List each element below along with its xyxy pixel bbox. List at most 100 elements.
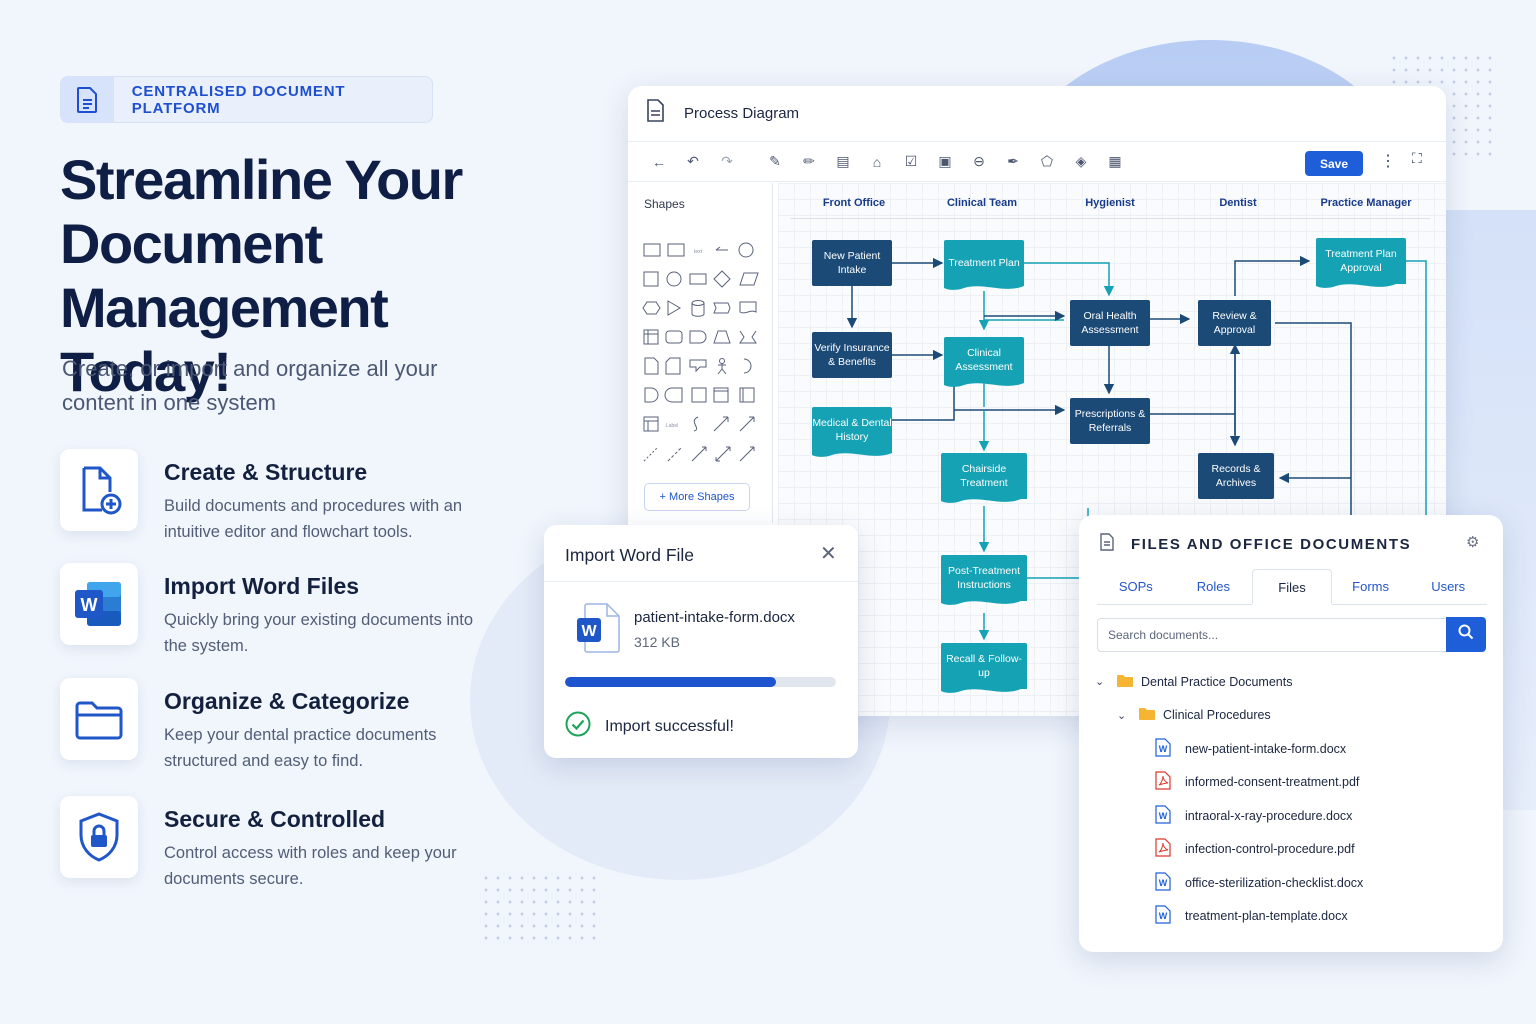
window-title: Process Diagram xyxy=(684,105,800,122)
svg-text:W: W xyxy=(1159,744,1168,754)
shape-row[interactable]: text xyxy=(642,240,760,260)
file-size: 312 KB xyxy=(634,634,680,650)
close-icon[interactable]: ✕ xyxy=(820,541,837,566)
feature-desc: Build documents and procedures with an i… xyxy=(164,497,463,541)
tab-sops[interactable]: SOPs xyxy=(1097,569,1175,604)
panel-tabs: SOPs Roles Files Forms Users xyxy=(1097,569,1487,605)
node-treatment-plan[interactable]: Treatment Plan xyxy=(944,240,1024,286)
shape-row[interactable] xyxy=(642,385,760,405)
word-file-icon: W xyxy=(577,602,621,659)
lane-dentist: Dentist xyxy=(1219,197,1257,209)
frame-tool-icon[interactable]: ▣ xyxy=(928,153,962,170)
shape-row[interactable] xyxy=(642,269,760,289)
search-input[interactable]: Search documents... xyxy=(1097,618,1447,652)
node-recall-follow-up[interactable]: Recall & Follow-up xyxy=(941,643,1027,689)
document-icon xyxy=(1099,533,1115,556)
file-row[interactable]: Wnew-patient-intake-form.docx xyxy=(1095,732,1475,766)
feature-desc: Keep your dental practice documents stru… xyxy=(164,726,437,770)
search-button[interactable] xyxy=(1446,617,1486,652)
shape-row[interactable] xyxy=(642,356,760,376)
node-clinical-assessment[interactable]: Clinical Assessment xyxy=(944,337,1024,383)
node-prescriptions-referrals[interactable]: Prescriptions & Referrals xyxy=(1070,398,1150,444)
dialog-title: Import Word File xyxy=(565,545,695,565)
shape-row[interactable] xyxy=(642,443,760,463)
shapes-panel: Shapes text Label + More Shapes xyxy=(628,183,773,523)
shield-lock-icon xyxy=(60,796,138,878)
tab-users[interactable]: Users xyxy=(1409,569,1487,604)
tab-files[interactable]: Files xyxy=(1252,569,1332,605)
file-row[interactable]: informed-consent-treatment.pdf xyxy=(1095,766,1475,800)
import-status: Import successful! xyxy=(565,711,734,742)
document-icon xyxy=(61,76,114,123)
feature-organize: Organize & Categorize Keep your dental p… xyxy=(60,678,560,770)
node-treatment-plan-approval[interactable]: Treatment Plan Approval xyxy=(1316,238,1406,284)
shape-row[interactable] xyxy=(642,298,760,318)
node-verify-insurance[interactable]: Verify Insurance & Benefits xyxy=(812,332,892,378)
editor-toolbar: ← ↶ ↷ ✎ ✏ ▤ ⌂ ☑ ▣ ⊖ ✒ ⬠ ◈ ▦ Save ⋮ ⛶ xyxy=(628,142,1446,182)
shape-row[interactable]: Label xyxy=(642,414,760,434)
folder-icon xyxy=(60,678,138,760)
chevron-down-icon[interactable]: ⌄ xyxy=(1095,675,1111,688)
file-name: intraoral-x-ray-procedure.docx xyxy=(1185,808,1353,823)
gear-icon[interactable]: ⚙ xyxy=(1466,533,1479,551)
node-post-treatment[interactable]: Post-Treatment Instructions xyxy=(941,555,1027,601)
fullscreen-icon[interactable]: ⛶ xyxy=(1412,150,1422,167)
panel-title: FILES AND OFFICE DOCUMENTS xyxy=(1131,536,1412,553)
tab-roles[interactable]: Roles xyxy=(1175,569,1253,604)
platform-badge: CENTRALISED DOCUMENT PLATFORM xyxy=(60,76,433,123)
grid-tool-icon[interactable]: ▦ xyxy=(1098,153,1132,170)
word-file-icon: W xyxy=(1155,872,1171,894)
back-icon[interactable]: ← xyxy=(642,154,676,170)
feature-title: Organize & Categorize xyxy=(164,688,410,714)
redo-icon[interactable]: ↷ xyxy=(710,153,744,170)
import-word-dialog: Import Word File ✕ W patient-intake-form… xyxy=(544,525,858,758)
node-review-approval[interactable]: Review & Approval xyxy=(1198,300,1271,346)
node-chairside-treatment[interactable]: Chairside Treatment xyxy=(941,453,1027,499)
svg-text:W: W xyxy=(1159,878,1168,888)
feature-title: Create & Structure xyxy=(164,459,368,485)
lock-tool-icon[interactable]: ⌂ xyxy=(860,154,894,170)
svg-text:text: text xyxy=(694,249,703,255)
folder-icon xyxy=(1139,707,1155,723)
folder-icon xyxy=(1117,674,1133,690)
subfolder-row[interactable]: ⌄ Clinical Procedures xyxy=(1095,699,1475,733)
node-records-archives[interactable]: Records & Archives xyxy=(1198,453,1274,499)
badge-label: CENTRALISED DOCUMENT PLATFORM xyxy=(131,82,346,117)
save-button[interactable]: Save xyxy=(1305,151,1363,176)
file-row[interactable]: Wintraoral-x-ray-procedure.docx xyxy=(1095,799,1475,833)
node-oral-health-assessment[interactable]: Oral Health Assessment xyxy=(1070,300,1150,346)
folder-row[interactable]: ⌄ Dental Practice Documents xyxy=(1095,665,1475,699)
minus-tool-icon[interactable]: ⊖ xyxy=(962,153,996,170)
chevron-down-icon[interactable]: ⌄ xyxy=(1117,709,1133,722)
title-line: Streamline Your xyxy=(60,148,463,211)
search-icon xyxy=(1458,624,1474,645)
feature-desc: Quickly bring your existing documents in… xyxy=(164,611,474,655)
pencil-icon[interactable]: ✏ xyxy=(792,153,826,170)
check-circle-icon xyxy=(565,711,591,742)
file-name: infection-control-procedure.pdf xyxy=(1185,842,1355,857)
style-tool-icon[interactable]: ◈ xyxy=(1064,153,1098,170)
text-tool-icon[interactable]: ▤ xyxy=(826,153,860,170)
file-name: office-sterilization-checklist.docx xyxy=(1185,875,1364,890)
import-progress-bar xyxy=(565,677,836,687)
shape-tool-icon[interactable]: ⬠ xyxy=(1030,153,1064,170)
tab-forms[interactable]: Forms xyxy=(1332,569,1410,604)
undo-icon[interactable]: ↶ xyxy=(676,153,710,170)
file-row[interactable]: infection-control-procedure.pdf xyxy=(1095,833,1475,867)
more-menu-icon[interactable]: ⋮ xyxy=(1380,151,1396,171)
word-file-icon: W xyxy=(1155,905,1171,927)
word-icon: W xyxy=(60,563,138,645)
check-tool-icon[interactable]: ☑ xyxy=(894,153,928,170)
title-line: Document Management xyxy=(60,212,389,339)
pdf-file-icon xyxy=(1155,838,1171,860)
shape-row[interactable] xyxy=(642,327,760,347)
node-new-patient-intake[interactable]: New Patient Intake xyxy=(812,240,892,286)
svg-text:W: W xyxy=(1159,811,1168,821)
more-shapes-button[interactable]: + More Shapes xyxy=(644,483,750,511)
shape-library: text Label xyxy=(642,235,760,467)
file-row[interactable]: Woffice-sterilization-checklist.docx xyxy=(1095,866,1475,900)
brush-icon[interactable]: ✒ xyxy=(996,153,1030,170)
file-row[interactable]: Wtreatment-plan-template.docx xyxy=(1095,900,1475,934)
node-medical-dental-history[interactable]: Medical & Dental History xyxy=(812,407,892,453)
pen-icon[interactable]: ✎ xyxy=(758,153,792,170)
